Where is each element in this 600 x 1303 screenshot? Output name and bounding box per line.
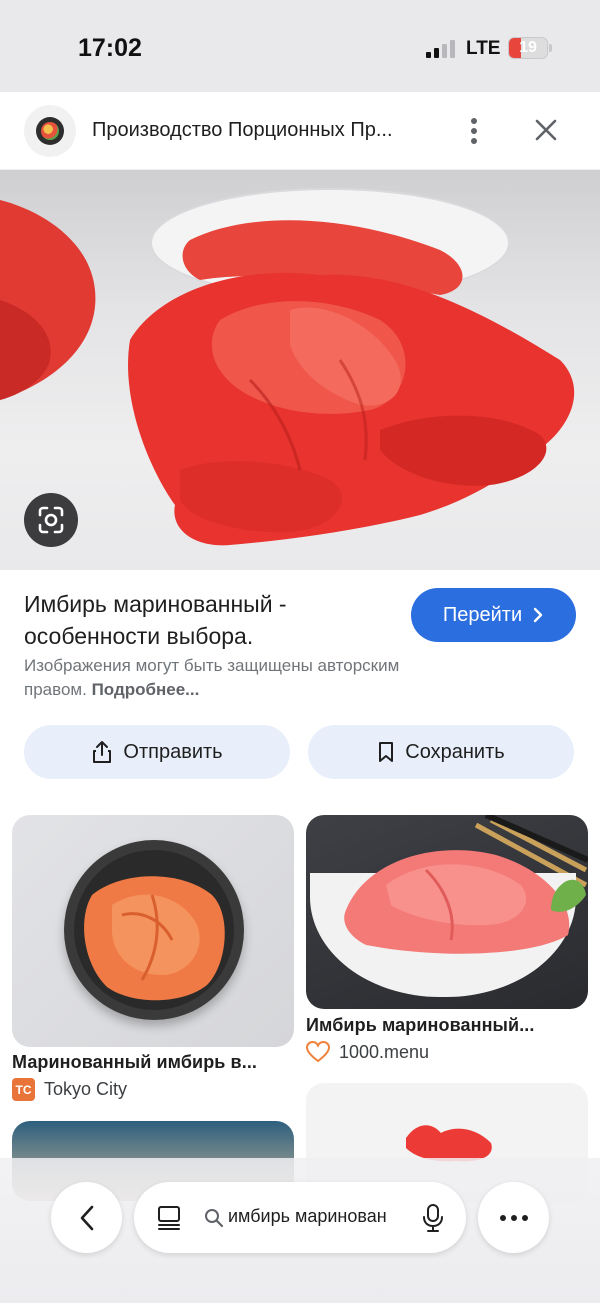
back-button[interactable]	[51, 1182, 122, 1253]
tabs-icon[interactable]	[156, 1204, 182, 1232]
save-button[interactable]: Сохранить	[308, 725, 574, 779]
status-bar: 17:02 LTE 19	[0, 0, 600, 92]
share-label: Отправить	[123, 740, 223, 763]
result-title: Имбирь маринованный - особенности выбора…	[24, 591, 287, 649]
mic-icon[interactable]	[422, 1203, 444, 1233]
heart-logo-icon	[306, 1041, 330, 1063]
search-input[interactable]: имбирь маринован	[228, 1206, 404, 1227]
share-button[interactable]: Отправить	[24, 725, 290, 779]
status-time: 17:02	[78, 34, 142, 62]
share-icon	[93, 741, 112, 763]
save-label: Сохранить	[405, 740, 505, 763]
visit-button[interactable]: Перейти	[411, 588, 576, 642]
visit-label: Перейти	[442, 603, 523, 626]
related-source-label-1: Tokyo City	[44, 1079, 128, 1099]
related-image-2[interactable]	[306, 815, 588, 1009]
search-bar[interactable]: имбирь маринован	[134, 1182, 466, 1253]
result-image[interactable]	[0, 170, 600, 570]
lens-search-icon[interactable]	[24, 493, 78, 547]
network-label: LTE	[466, 38, 501, 59]
more-options-icon[interactable]	[478, 1182, 549, 1253]
more-vert-icon[interactable]	[462, 116, 486, 146]
site-favicon	[24, 105, 76, 157]
bookmark-icon	[379, 742, 394, 762]
page-title[interactable]: Производство Порционных Пр...	[92, 119, 437, 142]
signal-icon	[426, 40, 458, 58]
related-image-1[interactable]	[12, 815, 294, 1047]
related-title-2[interactable]: Имбирь маринованный...	[306, 1015, 535, 1036]
related-source-2[interactable]: 1000.menu	[306, 1041, 429, 1063]
search-icon	[205, 1209, 224, 1228]
related-source-label-2: 1000.menu	[339, 1041, 430, 1062]
related-source-1[interactable]: TC Tokyo City	[12, 1078, 127, 1101]
back-arrow-icon	[80, 1205, 93, 1230]
more-link[interactable]: Подробнее...	[92, 680, 200, 699]
battery-level: 19	[519, 39, 537, 56]
related-title-1[interactable]: Маринованный имбирь в...	[12, 1052, 257, 1073]
copyright-note: Изображения могут быть защищены авторски…	[24, 656, 400, 699]
battery-icon: 19	[508, 37, 548, 59]
tokyo-city-logo-icon: TC	[12, 1078, 35, 1101]
page-header: Производство Порционных Пр...	[0, 92, 600, 170]
chevron-right-icon	[533, 607, 543, 623]
close-icon[interactable]	[530, 114, 562, 146]
